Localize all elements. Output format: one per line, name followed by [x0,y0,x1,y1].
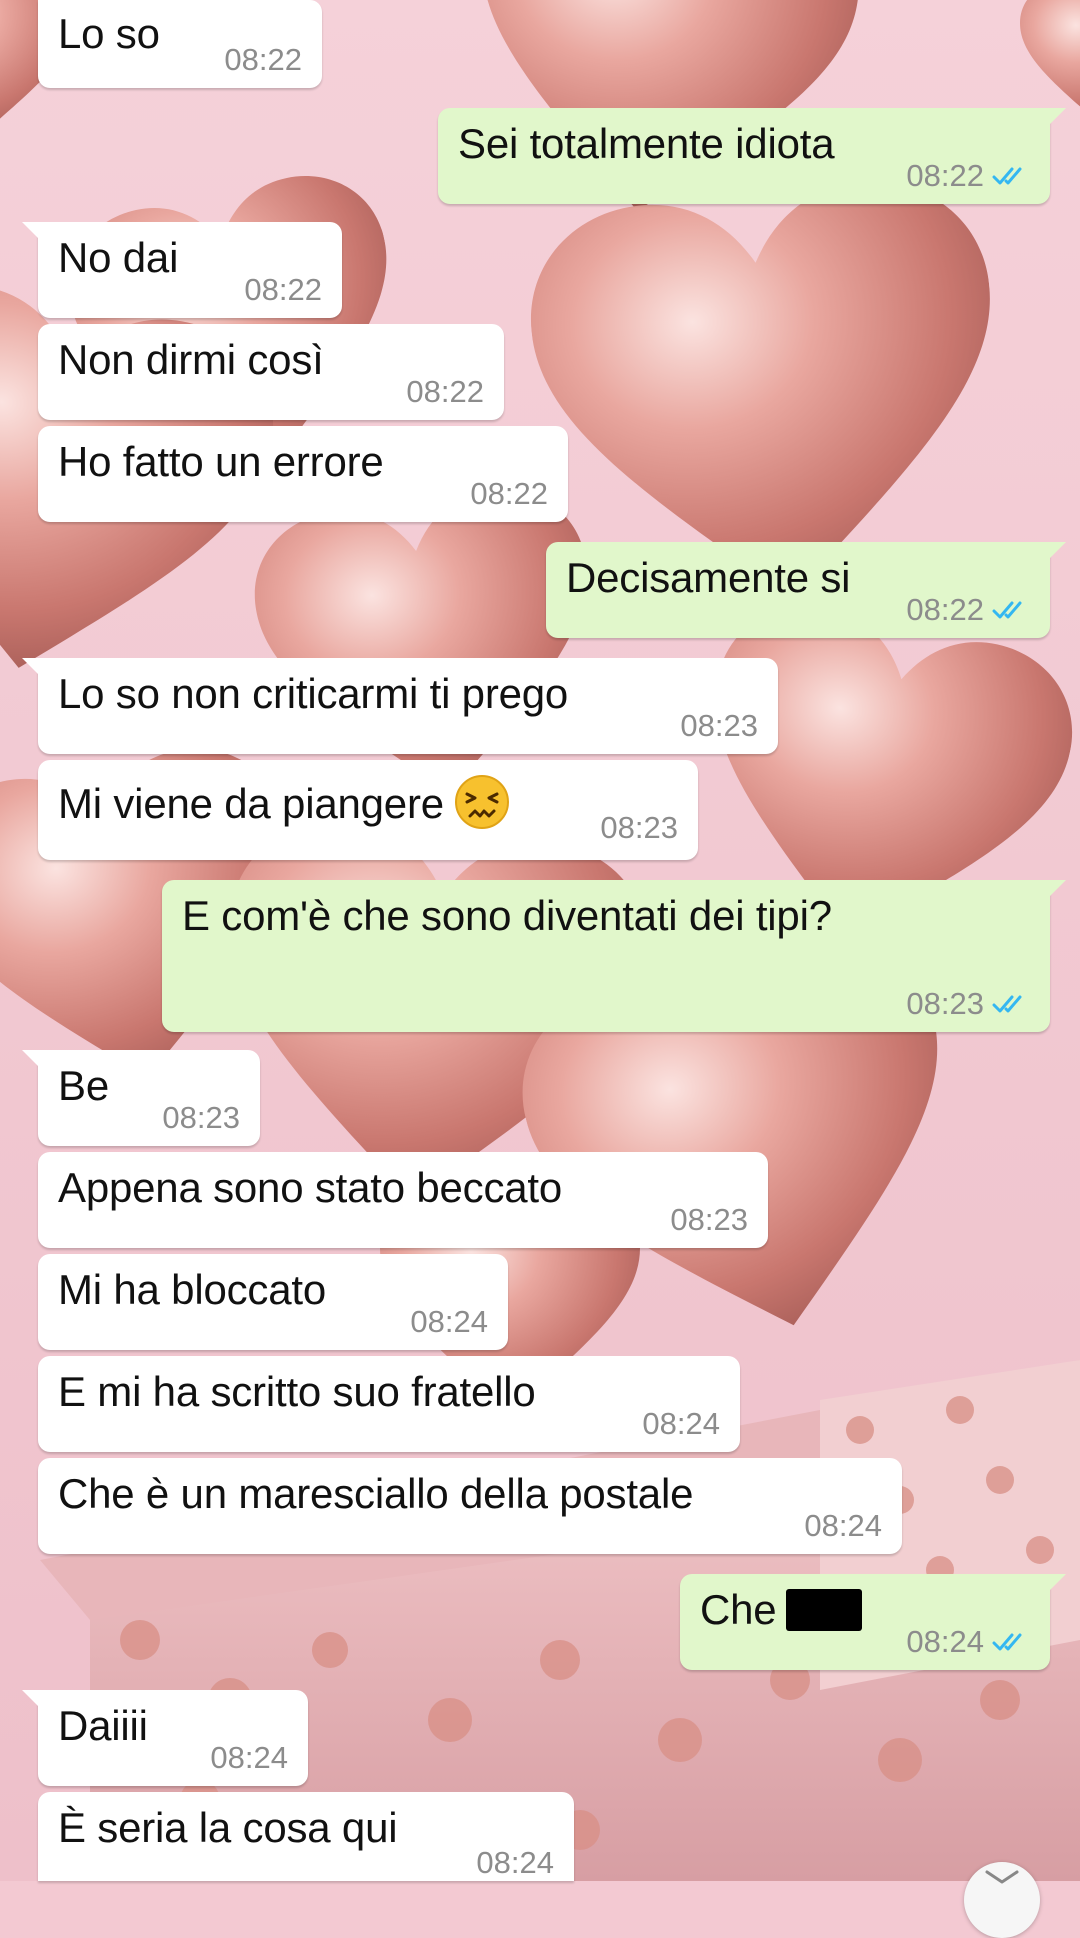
confounded-face-emoji-icon [454,775,509,829]
message-time: 08:24 [210,1740,288,1775]
message-text-content: Mi viene da piangere [58,780,444,827]
incoming-message[interactable]: Lo so non criticarmi ti prego 08:23 [22,658,778,754]
message-text: Che [700,1586,863,1634]
message-text: Che è un maresciallo della postale [58,1470,694,1517]
message-text: Appena sono stato beccato [58,1164,563,1211]
message-text: Be [58,1062,109,1109]
message-time: 08:24 [906,1624,984,1659]
message-time: 08:24 [410,1304,488,1339]
message-text: Lo so non criticarmi ti prego [58,670,569,717]
double-check-icon [992,167,1022,185]
message-time: 08:24 [642,1406,720,1441]
message-time: 08:23 [670,1202,748,1237]
message-meta: 08:24 [642,1406,720,1442]
message-text: E com'è che sono diventati dei tipi? [182,892,832,939]
message-text: E mi ha scritto suo fratello [58,1368,536,1415]
message-meta: 08:24 [210,1740,288,1776]
message-meta: 08:24 [906,1624,1030,1660]
incoming-message[interactable]: Non dirmi così 08:22 [38,324,504,420]
message-text: Lo so [58,10,160,57]
incoming-message[interactable]: Lo so 08:22 [38,0,322,88]
message-text: Daiiii [58,1702,148,1749]
incoming-message[interactable]: Che è un maresciallo della postale 08:24 [38,1458,902,1554]
message-time: 08:24 [804,1508,882,1543]
message-time: 08:24 [476,1845,554,1880]
message-text: No dai [58,234,179,281]
message-meta: 08:23 [600,810,678,846]
message-text: Mi ha bloccato [58,1266,327,1313]
redaction-bar [786,1589,863,1631]
message-text: È seria la cosa qui [58,1804,398,1851]
message-meta: 08:22 [406,374,484,410]
message-meta: 08:23 [906,986,1030,1022]
message-meta: 08:24 [410,1304,488,1340]
chevron-down-icon [985,1870,1019,1884]
double-check-icon [992,995,1022,1013]
message-meta: 08:23 [670,1202,748,1238]
message-meta: 08:22 [470,476,548,512]
message-time: 08:22 [224,42,302,77]
incoming-message[interactable]: Mi viene da piangere 08:23 [38,760,698,860]
message-text: Mi viene da piangere [58,774,510,830]
message-time: 08:22 [406,374,484,409]
incoming-message[interactable]: È seria la cosa qui 08:24 [38,1792,574,1881]
message-time: 08:23 [600,810,678,845]
incoming-message[interactable]: No dai 08:22 [22,222,342,318]
scroll-to-bottom-button[interactable] [964,1862,1040,1938]
message-meta: 08:22 [906,592,1030,628]
message-text-content: Che [700,1586,777,1633]
double-check-icon [992,1633,1022,1651]
message-meta: 08:22 [224,42,302,78]
incoming-message[interactable]: Ho fatto un errore 08:22 [38,426,568,522]
message-meta: 08:23 [162,1100,240,1136]
incoming-message[interactable]: Be 08:23 [22,1050,260,1146]
message-time: 08:22 [906,158,984,193]
message-meta: 08:23 [680,708,758,744]
message-meta: 08:22 [244,272,322,308]
message-meta: 08:24 [476,1845,554,1881]
message-time: 08:23 [906,986,984,1021]
message-time: 08:22 [470,476,548,511]
incoming-message[interactable]: E mi ha scritto suo fratello 08:24 [38,1356,740,1452]
chat-message-list[interactable]: Lo so 08:22 Sei totalmente idiota 08:22 … [0,0,1080,1881]
message-time: 08:22 [244,272,322,307]
outgoing-message[interactable]: Sei totalmente idiota 08:22 [438,108,1066,204]
incoming-message[interactable]: Mi ha bloccato 08:24 [38,1254,508,1350]
incoming-message[interactable]: Daiiii 08:24 [22,1690,308,1786]
message-text: Ho fatto un errore [58,438,384,485]
message-text: Decisamente si [566,554,851,601]
double-check-icon [992,601,1022,619]
message-meta: 08:24 [804,1508,882,1544]
message-time: 08:22 [906,592,984,627]
outgoing-message[interactable]: E com'è che sono diventati dei tipi? 08:… [162,880,1066,1032]
message-meta: 08:22 [906,158,1030,194]
message-time: 08:23 [162,1100,240,1135]
incoming-message[interactable]: Appena sono stato beccato 08:23 [38,1152,768,1248]
outgoing-message[interactable]: Che 08:24 [680,1574,1066,1670]
message-text: Sei totalmente idiota [458,120,835,167]
outgoing-message[interactable]: Decisamente si 08:22 [546,542,1066,638]
message-text: Non dirmi così [58,336,324,383]
message-time: 08:23 [680,708,758,743]
